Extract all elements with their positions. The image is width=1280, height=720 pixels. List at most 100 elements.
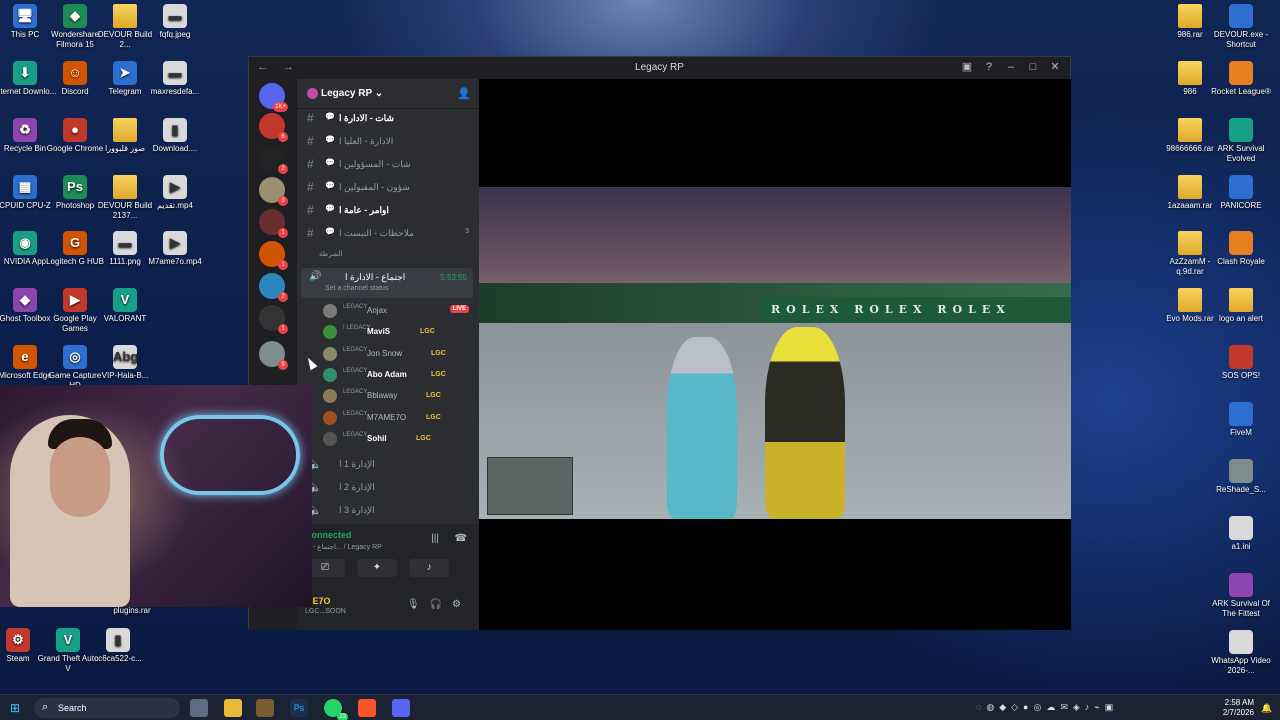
add-member-icon[interactable]: 👤 (457, 87, 471, 100)
desktop-shortcut[interactable]: ▬ fqfq.jpeg (143, 4, 207, 40)
text-channel[interactable]: # 💬 ملاحظات - التيست ا 3 (305, 224, 473, 244)
desktop-shortcut-label: This PC (10, 30, 40, 39)
desktop-shortcut[interactable]: ARK Survival Of The Fittest (1209, 573, 1273, 619)
desktop-shortcut[interactable]: ▶ تقديم.mp4 (143, 175, 207, 211)
text-channel[interactable]: # 💬 شات - المسؤولين ا (305, 155, 473, 175)
close-icon[interactable]: ✕ (1044, 60, 1066, 73)
desktop-shortcut[interactable]: ReShade_S... (1209, 459, 1273, 495)
desktop-shortcut[interactable]: Clash Royale (1209, 231, 1273, 267)
desktop-shortcut-label: AzZzamM - q.9d.rar (1169, 257, 1211, 276)
desktop-shortcut[interactable]: WhatsApp Video 2026-... (1209, 630, 1273, 676)
help-icon[interactable]: ? (978, 61, 1000, 73)
desktop-shortcut[interactable]: ▮ cc6ca522-c... (86, 628, 150, 664)
minimize-icon[interactable]: – (1000, 61, 1022, 73)
desktop-shortcut[interactable]: Abg VIP-Hala-B... (93, 345, 157, 381)
voice-member[interactable]: ! LEGACY MaviS LGC (323, 322, 473, 342)
play-games-icon: ▶ (63, 288, 87, 312)
noise-suppression-icon[interactable]: ||| (431, 533, 439, 544)
desktop-shortcut[interactable]: V VALORANT (93, 288, 157, 324)
server-icon[interactable]: 1 (259, 209, 288, 238)
soundboard-button[interactable]: ♪ (409, 559, 449, 577)
live-badge: LIVE (449, 305, 469, 313)
channel-status-input[interactable]: Set a channel status (325, 285, 388, 292)
server-icon[interactable]: 6 (259, 113, 288, 142)
voice-channel[interactable]: 🔈 الإدارة 2 ا (305, 478, 473, 498)
member-tag: LEGACY (343, 410, 368, 417)
server-icon[interactable]: 1 (259, 241, 288, 270)
text-channel[interactable]: # 💬 الادارة - العليا ا (305, 132, 473, 152)
voice-member[interactable]: LEGACY Jon Snow LGC (323, 344, 473, 364)
inbox-icon[interactable]: ▣ (956, 60, 978, 73)
cpuz-icon: ▦ (13, 175, 37, 199)
whatsapp-taskbar-icon[interactable]: 23 (324, 699, 348, 720)
stream-video[interactable]: ROLEX ROLEX ROLEX (479, 187, 1071, 519)
maximize-icon[interactable]: □ (1022, 61, 1044, 73)
desktop-shortcut[interactable]: FiveM (1209, 402, 1273, 438)
channel-name: شؤون - المقبولين ا (339, 182, 410, 192)
headphones-icon[interactable]: 🎧 (430, 599, 452, 610)
server-icon[interactable]: 9 (259, 341, 288, 370)
stream-viewer[interactable]: ROLEX ROLEX ROLEX (479, 79, 1071, 630)
server-icon-home[interactable]: 1K+ (259, 83, 288, 112)
desktop-shortcut[interactable]: ▶ M7ame7o.mp4 (143, 231, 207, 267)
windows-start-icon[interactable]: ⊞ (6, 699, 24, 717)
activities-button[interactable]: ✦ (357, 559, 397, 577)
desktop-shortcut-label: تقديم.mp4 (157, 201, 193, 210)
desktop-shortcut[interactable]: SOS OPS! (1209, 345, 1273, 381)
voice-channel[interactable]: 🔈 الإدارة 1 ا (305, 455, 473, 475)
voice-member[interactable]: LEGACY Sohil LGC (323, 429, 473, 449)
idm-icon: ⬇ (13, 61, 37, 85)
ark-icon (1229, 573, 1253, 597)
rar-folder-icon (1178, 288, 1202, 312)
desktop-shortcut[interactable]: ARK Survival Evolved (1209, 118, 1273, 164)
connection-location[interactable]: اجتماع - الا... / Legacy RP (305, 543, 382, 551)
disconnect-icon[interactable]: ☎ (455, 533, 467, 544)
desktop-shortcut[interactable]: DEVOUR.exe - Shortcut (1209, 4, 1273, 50)
desktop-shortcut[interactable]: logo an alert (1209, 288, 1273, 324)
voice-member[interactable]: LEGACY M7AME7O LGC (323, 408, 473, 428)
voice-member[interactable]: LEGACY Bblaway LGC (323, 386, 473, 406)
desktop-shortcut[interactable]: PANICORE (1209, 175, 1273, 211)
notification-bell-icon[interactable]: 🔔 (1258, 699, 1276, 717)
text-channel[interactable]: # 💬 شؤون - المقبولين ا (305, 178, 473, 198)
microphone-icon[interactable]: 🎙 (407, 599, 430, 610)
photoshop-taskbar-icon[interactable]: Ps (290, 699, 308, 717)
taskbar-search[interactable]: ⌕ Search (34, 698, 180, 718)
desktop-shortcut-label: ReShade_S... (1216, 485, 1266, 494)
badge: 3 (278, 196, 288, 206)
desktop-shortcut[interactable]: a1.ini (1209, 516, 1273, 552)
discord-taskbar-icon[interactable] (392, 699, 410, 717)
system-tray[interactable]: ◌◍◆◇●◎☁✉◈♪⌁▣ (976, 702, 1118, 713)
voice-channel[interactable]: 🔈 الإدارة 3 ا (305, 501, 473, 521)
server-header[interactable]: Legacy RP ⌄ 👤 (297, 79, 479, 109)
desktop-shortcut-label: WhatsApp Video 2026-... (1211, 656, 1271, 675)
server-icon[interactable]: 2 (259, 145, 288, 174)
voice-member[interactable]: LEGACY Anjax LIVE (323, 301, 473, 321)
nvidia-icon: ◉ (13, 231, 37, 255)
folder-icon (1178, 61, 1202, 85)
desktop-shortcut-label: 1azaaam.rar (1167, 201, 1213, 210)
streamer (10, 415, 130, 607)
settings-gear-icon[interactable]: ⚙ (452, 599, 471, 610)
desktop-shortcut[interactable]: Rocket League® (1209, 61, 1273, 97)
voice-connection-panel: Connected اجتماع - الا... / Legacy RP ||… (297, 524, 479, 584)
member-tag: LEGACY (343, 431, 368, 438)
server-icon[interactable]: 3 (259, 177, 288, 206)
text-channel[interactable]: # 💬 شات - الادارة ا (305, 109, 473, 129)
server-icon[interactable]: 2 (259, 273, 288, 302)
desktop-shortcut[interactable]: ▮ Download.... (143, 118, 207, 154)
app-icon[interactable] (256, 699, 274, 717)
clock[interactable]: 2:58 AM 2/7/2026 (1223, 698, 1254, 718)
file-explorer-icon[interactable] (224, 699, 242, 717)
voice-member[interactable]: LEGACY Abo Adam LGC (323, 365, 473, 385)
brave-taskbar-icon[interactable] (358, 699, 376, 717)
task-view-icon[interactable] (190, 699, 208, 717)
avatar (323, 410, 337, 425)
text-channel[interactable]: # 💬 اوامر - عامة ا (305, 201, 473, 221)
member-name: Bblaway (367, 391, 398, 401)
discord-window[interactable]: ← → Legacy RP ▣? – □ ✕ 1K+ 6 2 3 1 1 2 1 9 … (248, 56, 1071, 630)
desktop-shortcut[interactable]: ▬ maxresdefa... (143, 61, 207, 97)
photoshop-icon: Ps (63, 175, 87, 199)
voice-channel-active[interactable]: 🔊 اجتماع - الادارة ا 5:53:55 Set a chann… (301, 268, 473, 298)
server-icon[interactable]: 1 (259, 305, 288, 334)
